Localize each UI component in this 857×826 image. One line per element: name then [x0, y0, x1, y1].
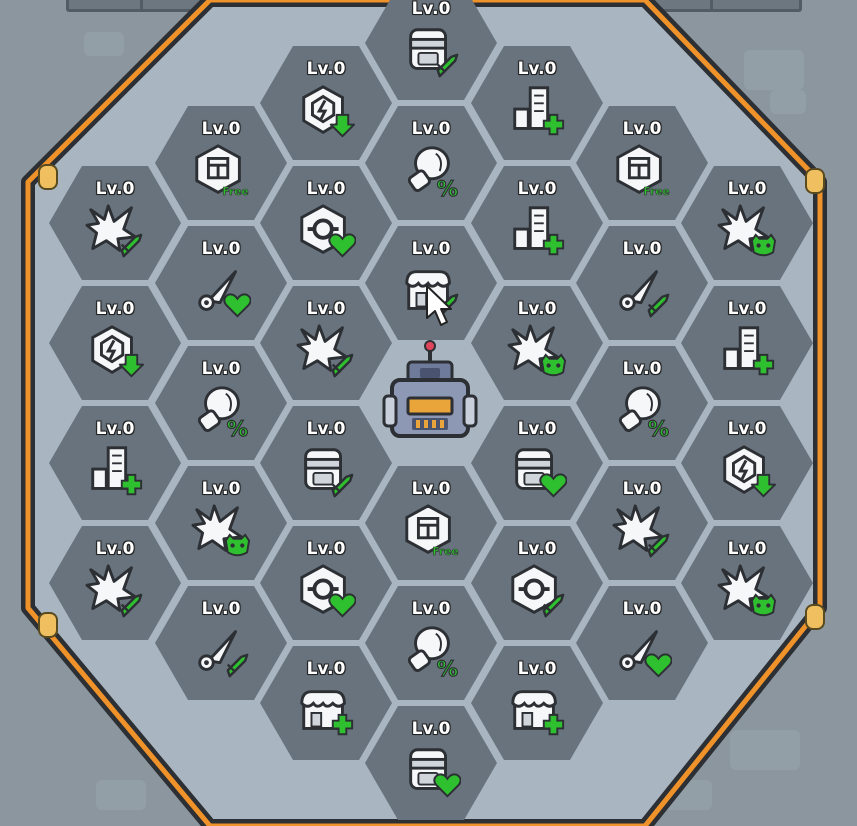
free-badge: Free [222, 185, 248, 198]
backpack-icon [515, 448, 567, 498]
splat-icon [612, 504, 670, 558]
pin-icon [198, 270, 251, 318]
pin-icon [619, 270, 670, 318]
splat-icon [191, 504, 251, 557]
gear-hex-icon [511, 564, 565, 618]
gear-hex-icon [300, 204, 356, 258]
shield-hex-icon [302, 85, 356, 138]
splat-icon [296, 324, 354, 378]
glove-icon: % [197, 386, 249, 442]
lamp-right-top [805, 168, 825, 194]
shop-icon [300, 690, 354, 736]
splat-icon [85, 564, 143, 618]
lamp-right-bottom [805, 604, 825, 630]
backpack-icon [409, 28, 459, 78]
building-icon [91, 446, 143, 496]
pin-icon [619, 630, 672, 678]
crate-icon: Free [195, 144, 249, 199]
splat-icon [717, 564, 777, 617]
glove-icon: % [407, 626, 459, 682]
backpack-icon [304, 448, 354, 498]
free-badge: Free [432, 545, 458, 558]
lamp-left-top [38, 164, 58, 190]
free-badge: Free [643, 185, 669, 198]
mouse-cursor-icon [426, 285, 452, 326]
glove-icon: % [407, 146, 459, 202]
shield-hex-icon [91, 325, 145, 378]
gear-hex-icon [300, 564, 356, 618]
backpack-icon [409, 748, 461, 798]
building-icon [513, 86, 565, 136]
shield-hex-icon [723, 445, 777, 498]
splat-icon [85, 204, 143, 258]
crate-icon: Free [616, 144, 670, 199]
lamp-left-bottom [38, 612, 58, 638]
svg-text:%: % [227, 417, 248, 442]
glove-icon: % [618, 386, 670, 442]
crate-icon: Free [405, 504, 459, 559]
pin-icon [198, 630, 249, 678]
svg-text:%: % [437, 177, 458, 202]
building-icon [513, 206, 565, 256]
shop-icon [511, 690, 565, 736]
building-icon [723, 326, 775, 376]
svg-text:%: % [437, 657, 458, 682]
splat-icon [507, 324, 567, 377]
robot-base-icon[interactable] [378, 340, 482, 444]
svg-text:%: % [648, 417, 669, 442]
splat-icon [717, 204, 777, 257]
